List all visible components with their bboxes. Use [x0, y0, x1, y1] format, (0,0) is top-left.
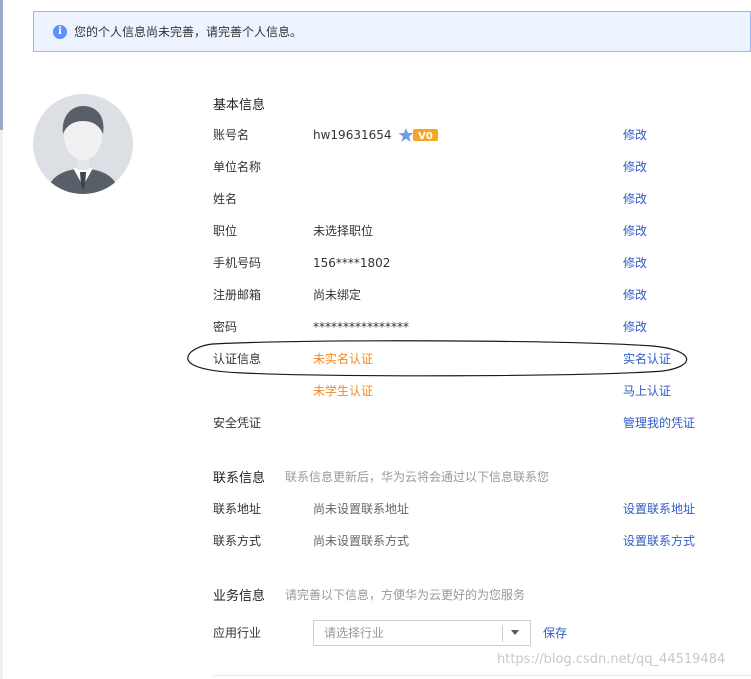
left-edge-strip: [0, 0, 3, 130]
label-industry: 应用行业: [213, 626, 262, 640]
chevron-down-icon[interactable]: [511, 630, 519, 635]
label-security-credential: 安全凭证: [213, 416, 262, 430]
value-email: 尚未绑定: [313, 288, 362, 302]
edit-name-link[interactable]: 修改: [623, 191, 647, 207]
watermark-text: https://blog.csdn.net/qq_44519484: [497, 652, 726, 667]
label-account-name: 账号名: [213, 128, 250, 142]
label-phone: 手机号码: [213, 256, 262, 270]
business-info-title: 业务信息: [213, 589, 266, 604]
basic-info-title: 基本信息: [213, 98, 266, 113]
contact-info-title: 联系信息: [213, 471, 266, 486]
set-contact-method-link[interactable]: 设置联系方式: [623, 533, 695, 549]
label-position: 职位: [213, 224, 238, 238]
value-contact-address: 尚未设置联系地址: [313, 502, 410, 516]
value-student-status: 未学生认证: [313, 384, 374, 398]
edit-position-link[interactable]: 修改: [623, 223, 647, 239]
value-contact-method: 尚未设置联系方式: [313, 534, 410, 548]
business-info-subtitle: 请完善以下信息，方便华为云更好的为您服务: [285, 588, 526, 602]
contact-info-subtitle: 联系信息更新后，华为云将会通过以下信息联系您: [285, 470, 550, 484]
value-account-name: hw19631654: [313, 128, 392, 142]
manage-credentials-link[interactable]: 管理我的凭证: [623, 415, 695, 431]
save-button[interactable]: 保存: [543, 625, 567, 641]
edit-company-link[interactable]: 修改: [623, 159, 647, 175]
value-phone: 156****1802: [313, 256, 391, 270]
vip-level-text: V0: [418, 131, 433, 142]
student-auth-link[interactable]: 马上认证: [623, 383, 671, 399]
industry-select[interactable]: 请选择行业: [313, 620, 531, 646]
left-edge-strip-lower: [0, 130, 3, 679]
select-divider: [502, 625, 503, 642]
user-avatar-icon[interactable]: [33, 94, 133, 194]
label-contact-method: 联系方式: [213, 534, 262, 548]
edit-phone-link[interactable]: 修改: [623, 255, 647, 271]
value-position: 未选择职位: [313, 224, 374, 238]
divider: [213, 675, 751, 676]
edit-account-name-link[interactable]: 修改: [623, 127, 647, 143]
label-name: 姓名: [213, 192, 238, 206]
hand-drawn-ellipse-annotation: [187, 340, 688, 377]
label-email: 注册邮箱: [213, 288, 262, 302]
notice-text: 您的个人信息尚未完善，请完善个人信息。: [74, 25, 303, 39]
label-contact-address: 联系地址: [213, 502, 262, 516]
edit-password-link[interactable]: 修改: [623, 319, 647, 335]
label-company: 单位名称: [213, 160, 262, 174]
incomplete-info-notice: i 您的个人信息尚未完善，请完善个人信息。: [33, 11, 751, 52]
info-icon: i: [53, 25, 67, 39]
edit-email-link[interactable]: 修改: [623, 287, 647, 303]
set-contact-address-link[interactable]: 设置联系地址: [623, 501, 695, 517]
label-password: 密码: [213, 320, 238, 334]
value-password: ****************: [313, 320, 409, 334]
vip-badge: V0: [398, 128, 438, 142]
industry-select-placeholder: 请选择行业: [324, 626, 385, 640]
